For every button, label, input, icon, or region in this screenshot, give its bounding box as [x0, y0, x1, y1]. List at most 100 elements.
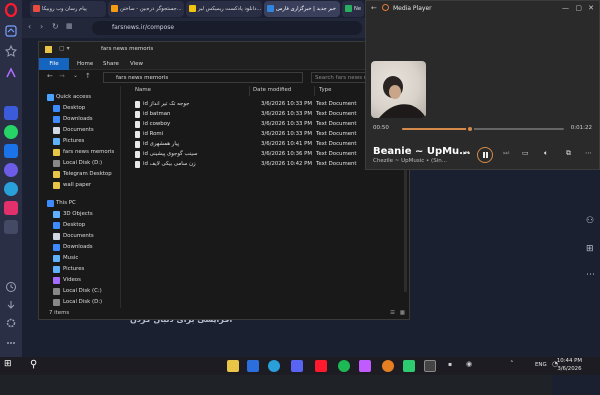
forward-arrow-icon[interactable]: → — [59, 72, 65, 80]
app-icon-green[interactable] — [403, 360, 415, 372]
seek-thumb[interactable] — [466, 125, 475, 133]
column-header-date[interactable]: Date modified — [253, 87, 291, 93]
nav-label: Desktop — [63, 105, 86, 111]
ribbon-tab-home[interactable]: Home — [71, 58, 99, 70]
opera-logo-icon[interactable] — [4, 3, 18, 17]
nav-wall-paper[interactable]: wall paper — [45, 180, 91, 191]
spotify-icon[interactable] — [338, 360, 350, 372]
telegram-icon[interactable] — [268, 360, 280, 372]
tiles-view-icon[interactable]: ▦ — [400, 308, 405, 319]
tab-ne[interactable]: Ne — [342, 1, 364, 17]
history-icon[interactable] — [4, 280, 18, 294]
telegram-icon[interactable] — [4, 182, 18, 196]
aria-icon[interactable] — [4, 66, 18, 80]
nav-videos[interactable]: Videos — [45, 275, 81, 286]
nav-quick-access[interactable]: Quick access — [45, 92, 91, 103]
back-icon[interactable]: ‹ — [28, 22, 31, 31]
forward-icon[interactable]: › — [40, 22, 43, 31]
app-icon-k[interactable] — [4, 106, 18, 120]
gamepad-icon[interactable]: ⚇ — [586, 216, 594, 226]
nav-pc-desktop[interactable]: Desktop — [45, 220, 85, 231]
settings-icon[interactable] — [4, 316, 18, 330]
search-icon[interactable]: ⚲ — [30, 359, 37, 370]
nav-pc-documents[interactable]: Documents — [45, 231, 94, 242]
details-view-icon[interactable]: ☰ — [390, 308, 395, 319]
url-field[interactable]: farsnews.ir/compose — [92, 21, 362, 35]
home-icon[interactable] — [4, 24, 18, 38]
quick-access-toolbar-icon[interactable]: ▢ ▾ — [59, 45, 70, 52]
nav-label: Music — [63, 255, 79, 261]
tab-label: دانلود پادکست ریمیکس لیر... — [198, 6, 262, 12]
chrome-icon[interactable] — [382, 360, 394, 372]
download-icon[interactable] — [4, 298, 18, 312]
ribbon-tab-view[interactable]: View — [124, 58, 149, 70]
start-icon[interactable]: ⊞ — [4, 359, 12, 369]
file-explorer-icon[interactable] — [227, 360, 239, 372]
more-icon[interactable] — [4, 336, 18, 350]
ribbon-tab-share[interactable]: Share — [97, 58, 125, 70]
back-arrow-icon[interactable]: ← — [371, 4, 377, 12]
nav-3d-objects[interactable]: 3D Objects — [45, 209, 93, 220]
tab-podcast[interactable]: دانلود پادکست ریمیکس لیر... — [186, 1, 262, 17]
text-file-icon — [135, 141, 140, 148]
nav-local-disk-d[interactable]: Local Disk (D:) — [45, 158, 102, 169]
pause-button[interactable] — [477, 147, 493, 163]
tab-farsnews[interactable]: خبر جدید | خبرگزاری فارس — [264, 1, 340, 17]
nav-pc-pictures[interactable]: Pictures — [45, 264, 84, 275]
nav-music[interactable]: Music — [45, 253, 78, 264]
recent-dropdown-icon[interactable]: ⌄ — [73, 72, 78, 79]
nav-fars-news-memoris[interactable]: fars news memoris — [45, 147, 114, 158]
next-icon[interactable]: ⏭ — [503, 149, 509, 158]
address-path-field[interactable]: fars news memoris — [103, 72, 303, 83]
app-icon-gray[interactable] — [4, 220, 18, 234]
nav-local-disk-c[interactable]: Local Disk (C:) — [45, 286, 102, 297]
nav-pc-downloads[interactable]: Downloads — [45, 242, 93, 253]
display-icon[interactable]: ▭ — [522, 149, 529, 157]
app-icon-purple[interactable] — [4, 163, 18, 177]
nav-desktop[interactable]: Desktop — [45, 103, 85, 114]
more-options-icon[interactable]: ⋯ — [586, 270, 595, 280]
nav-documents[interactable]: Documents — [45, 125, 94, 136]
app-icon-taskbar-2[interactable]: ◉ — [466, 360, 472, 368]
maximize-icon[interactable]: ▢ — [575, 4, 582, 12]
mini-player-icon[interactable]: ⧉ — [566, 149, 571, 158]
app-icon-blue[interactable] — [247, 360, 259, 372]
add-icon[interactable]: ⊞ — [586, 244, 594, 254]
text-file-icon — [135, 151, 140, 158]
tab-rubika[interactable]: پیام رسان وب روبیکا — [30, 1, 106, 17]
back-arrow-icon[interactable]: ← — [47, 72, 53, 80]
instagram-icon[interactable] — [4, 201, 18, 215]
nav-pictures[interactable]: Pictures — [45, 136, 84, 147]
tab-zarebin[interactable]: جستجوگر ذره‌بین - ساختن... — [108, 1, 184, 17]
file-name: id batman — [143, 111, 171, 117]
clock[interactable]: 10:44 PM 3/6/2026 — [557, 358, 582, 373]
column-header-name[interactable]: Name — [135, 87, 151, 93]
reload-icon[interactable]: ↻ — [52, 22, 59, 31]
media-player-taskbar-icon[interactable] — [424, 360, 436, 372]
up-arrow-icon[interactable]: ↑ — [85, 72, 91, 80]
more-icon[interactable]: ⋯ — [585, 149, 592, 157]
star-icon[interactable] — [4, 44, 18, 58]
minimize-icon[interactable]: — — [562, 4, 569, 12]
volume-icon[interactable]: 🔈︎ — [544, 149, 548, 158]
previous-icon[interactable]: ⏮ — [463, 149, 469, 158]
language-indicator[interactable]: ENG — [535, 362, 547, 368]
whatsapp-icon[interactable] — [4, 125, 18, 139]
app-icon-taskbar[interactable]: ▪ — [448, 361, 452, 368]
show-hidden-icons[interactable]: ˄ — [510, 360, 514, 368]
tab-label: جستجوگر ذره‌بین - ساختن... — [120, 6, 182, 12]
nav-downloads[interactable]: Downloads — [45, 114, 93, 125]
opera-icon[interactable] — [315, 360, 327, 372]
speed-dial-icon[interactable]: ▦ — [66, 22, 73, 30]
app-icon-multi[interactable] — [359, 360, 371, 372]
discord-icon[interactable] — [291, 360, 303, 372]
nav-telegram-desktop[interactable]: Telegram Desktop — [45, 169, 112, 180]
document-icon — [53, 233, 60, 240]
column-header-type[interactable]: Type — [319, 87, 331, 93]
nav-pc-local-disk-d[interactable]: Local Disk (D:) — [45, 297, 102, 308]
close-icon[interactable]: ✕ — [588, 4, 594, 12]
messenger-icon[interactable] — [4, 144, 18, 158]
ribbon-tab-file[interactable]: File — [39, 58, 69, 70]
seek-bar[interactable] — [402, 125, 564, 133]
nav-this-pc[interactable]: This PC — [45, 198, 76, 209]
